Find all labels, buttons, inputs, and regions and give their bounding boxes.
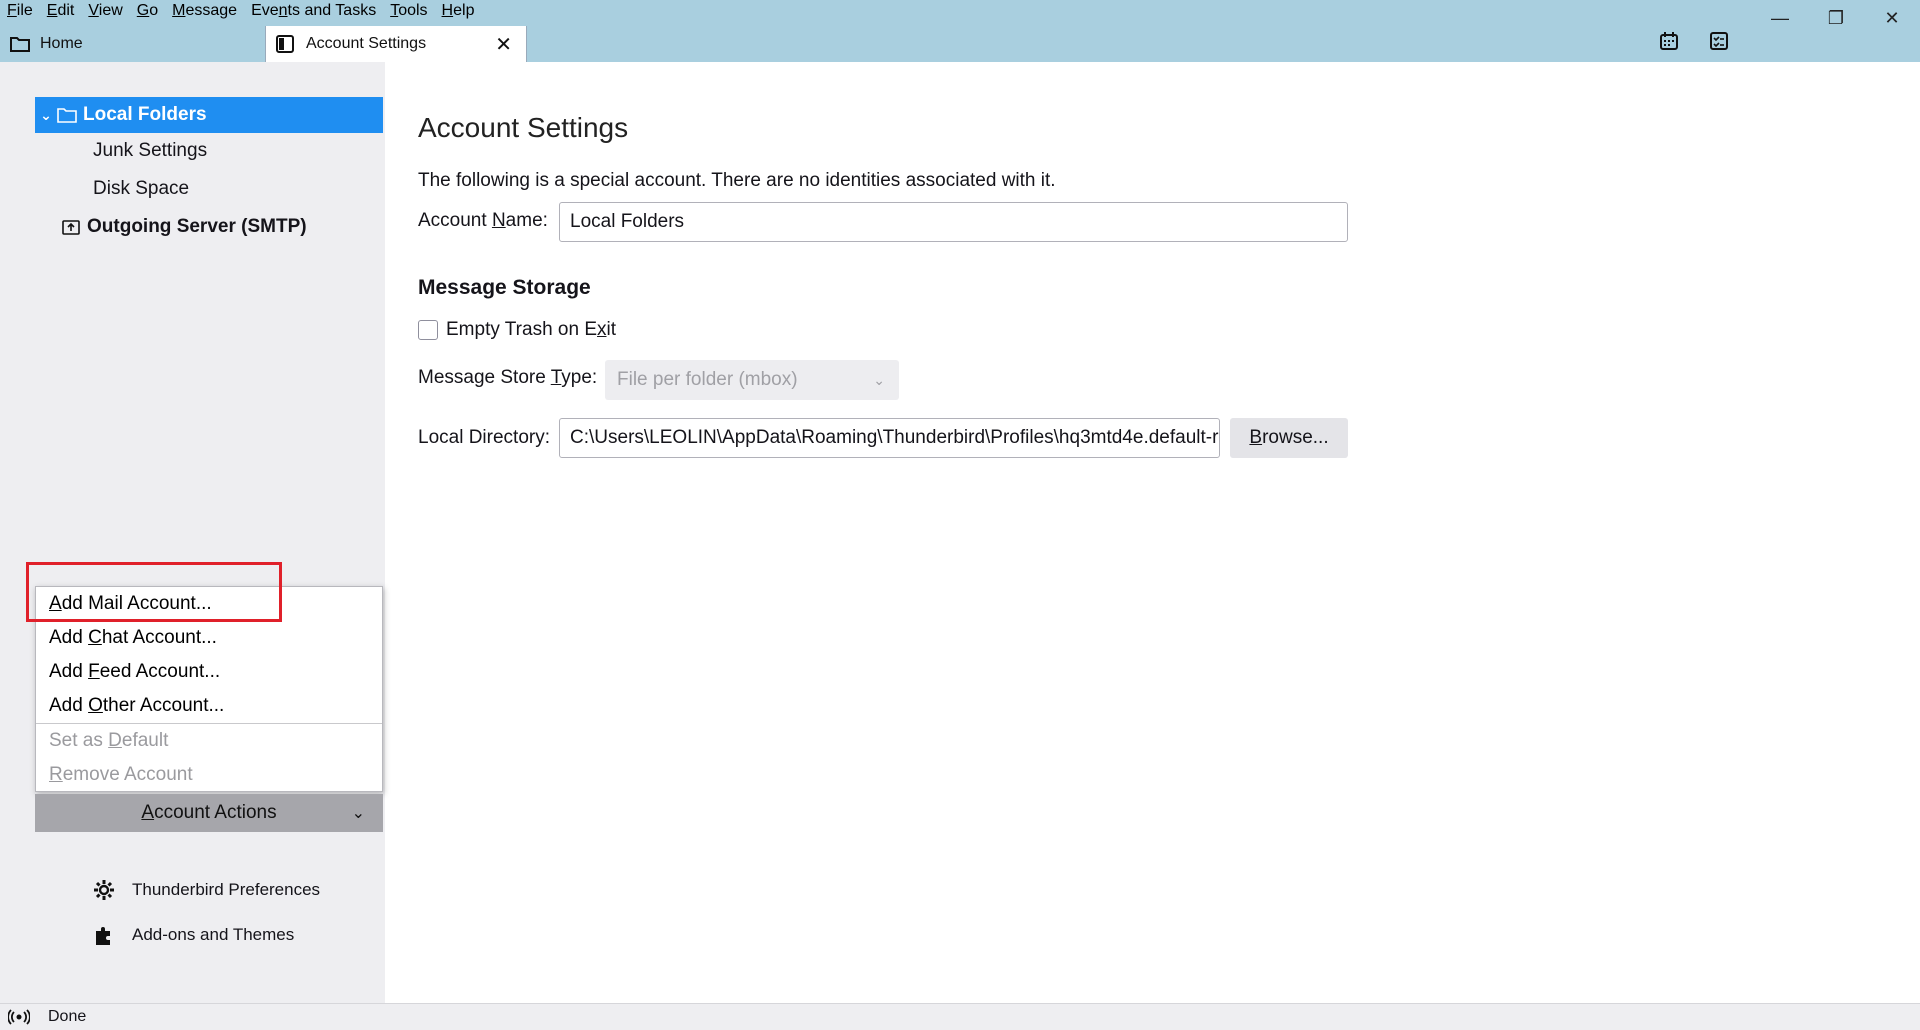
restore-icon: ❐	[1827, 7, 1845, 28]
tab-home-label: Home	[40, 35, 83, 52]
message-store-type-select: File per folder (mbox) ⌄	[605, 360, 899, 400]
tab-account-settings-label: Account Settings	[306, 35, 427, 52]
addons-label: Add-ons and Themes	[132, 925, 295, 944]
tab-strip: Home Account Settings ✕	[0, 26, 527, 62]
scrollbar[interactable]	[1914, 62, 1920, 1003]
annotation-highlight	[26, 562, 282, 622]
account-actions-button[interactable]: Account Actions ⌄	[35, 794, 383, 832]
account-tree-sidebar: ⌄ Local Folders Junk Settings Disk Space…	[0, 62, 385, 1003]
account-name-label: Account Name:	[418, 210, 548, 231]
message-storage-heading: Message Storage	[418, 276, 591, 299]
close-icon: ✕	[1884, 7, 1900, 28]
menu-message[interactable]: Message	[165, 0, 244, 22]
gear-icon	[92, 878, 116, 902]
thunderbird-preferences-link[interactable]: Thunderbird Preferences	[92, 878, 320, 902]
window-controls: — ❐ ✕	[1752, 0, 1920, 36]
tab-account-settings[interactable]: Account Settings ✕	[265, 26, 527, 62]
menuitem-add-feed-account[interactable]: Add Feed Account...	[36, 655, 382, 689]
menuitem-add-chat-account[interactable]: Add Chat Account...	[36, 621, 382, 655]
local-directory-input[interactable]: C:\Users\LEOLIN\AppData\Roaming\Thunderb…	[559, 418, 1220, 458]
folder-icon	[57, 105, 79, 125]
chevron-down-icon[interactable]: ⌄	[35, 107, 57, 124]
outgoing-server-icon	[61, 217, 83, 237]
menuitem-add-other-account[interactable]: Add Other Account...	[36, 689, 382, 723]
settings-page-icon	[276, 35, 296, 53]
tab-home[interactable]: Home	[0, 26, 262, 62]
message-store-type-value: File per folder (mbox)	[617, 369, 798, 390]
menu-bar: File Edit View Go Message Events and Tas…	[0, 0, 481, 22]
menu-help[interactable]: Help	[435, 0, 482, 22]
tree-item-outgoing-server[interactable]: Outgoing Server (SMTP)	[35, 209, 383, 245]
account-actions-label: Account Actions	[141, 802, 277, 823]
menu-go[interactable]: Go	[130, 0, 165, 22]
tree-item-local-folders[interactable]: ⌄ Local Folders	[35, 97, 383, 133]
tree-item-junk-settings[interactable]: Junk Settings	[35, 133, 383, 169]
addons-and-themes-link[interactable]: Add-ons and Themes	[92, 923, 294, 947]
chevron-down-icon: ⌄	[351, 805, 365, 822]
menuitem-set-as-default: Set as Default	[49, 730, 169, 751]
tree-item-disk-space[interactable]: Disk Space	[35, 171, 383, 207]
preferences-label: Thunderbird Preferences	[132, 880, 321, 899]
account-settings-pane: Account Settings The following is a spec…	[385, 62, 1920, 1003]
browse-button[interactable]: Browse...	[1230, 418, 1348, 458]
status-bar: Done	[0, 1003, 1920, 1030]
tasks-icon[interactable]	[1708, 30, 1730, 52]
empty-trash-label[interactable]: Empty Trash on Exit	[446, 319, 616, 341]
close-window-button[interactable]: ✕	[1864, 0, 1920, 36]
online-status-icon[interactable]	[8, 1008, 30, 1026]
menu-view[interactable]: View	[81, 0, 129, 22]
account-name-input[interactable]: Local Folders	[559, 202, 1348, 242]
menu-events-and-tasks[interactable]: Events and Tasks	[244, 0, 383, 22]
restore-button[interactable]: ❐	[1808, 0, 1864, 36]
page-title: Account Settings	[418, 112, 629, 143]
menu-edit[interactable]: Edit	[40, 0, 82, 22]
title-bar: File Edit View Go Message Events and Tas…	[0, 0, 1920, 62]
empty-trash-checkbox[interactable]	[418, 320, 438, 340]
local-directory-label: Local Directory:	[418, 427, 550, 448]
menu-file[interactable]: File	[0, 0, 40, 22]
tab-close-icon[interactable]: ✕	[491, 32, 516, 57]
status-text: Done	[48, 1008, 87, 1025]
tree-item-label: Junk Settings	[93, 140, 208, 161]
tree-item-label: Outgoing Server (SMTP)	[87, 216, 307, 237]
menu-tools[interactable]: Tools	[383, 0, 434, 22]
minimize-icon: —	[1771, 7, 1789, 28]
calendar-icon[interactable]	[1658, 30, 1680, 52]
tree-item-label: Local Folders	[83, 104, 207, 125]
chevron-down-icon: ⌄	[873, 371, 885, 388]
folder-icon	[10, 35, 30, 53]
spaces-toolbar	[1658, 30, 1730, 52]
account-description: The following is a special account. Ther…	[418, 170, 1056, 191]
message-store-type-label: Message Store Type:	[418, 367, 598, 388]
menuitem-remove-account: Remove Account	[49, 764, 193, 785]
puzzle-piece-icon	[92, 923, 116, 947]
tree-item-label: Disk Space	[93, 178, 190, 199]
minimize-button[interactable]: —	[1752, 0, 1808, 36]
